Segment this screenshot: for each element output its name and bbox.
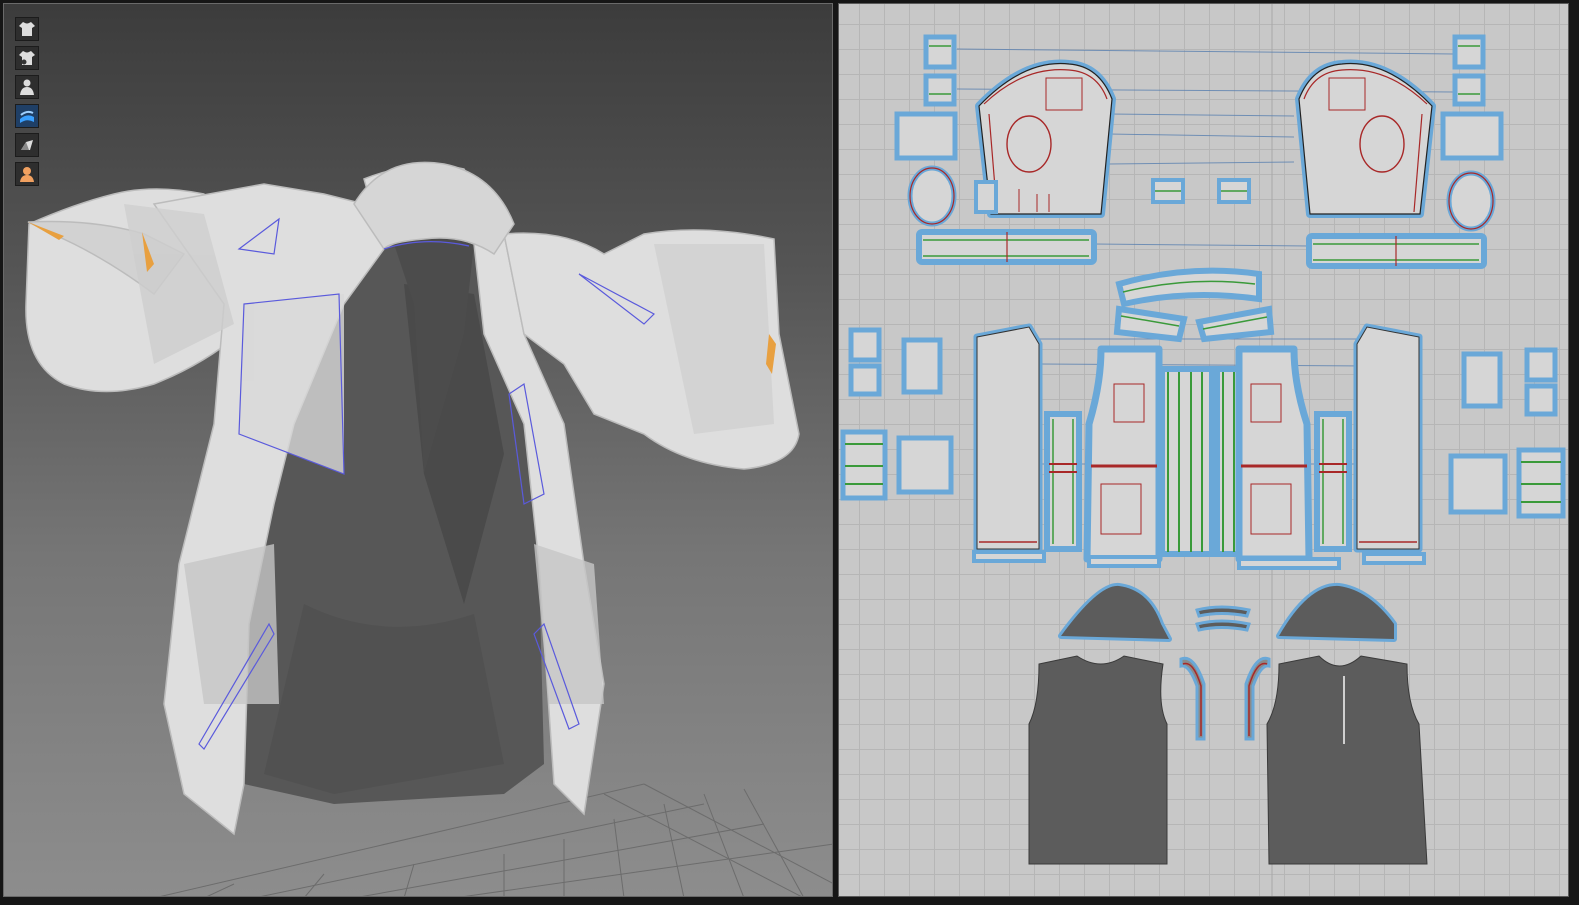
placket-pieces[interactable] xyxy=(1179,656,1271,741)
pattern-canvas[interactable] xyxy=(839,4,1569,897)
front-left-panel[interactable] xyxy=(973,323,1043,553)
inner-sleeve-right[interactable] xyxy=(1276,582,1397,642)
cuff-strips[interactable] xyxy=(916,229,1487,269)
sleeve-left-piece[interactable] xyxy=(975,59,1116,218)
side-panel-left[interactable] xyxy=(1044,411,1082,552)
viewport-toolbar xyxy=(15,17,39,186)
pocket-pieces-left[interactable] xyxy=(840,327,954,501)
floor-grid xyxy=(160,783,832,896)
tab-pieces-right[interactable] xyxy=(1440,34,1504,232)
avatar-icon[interactable] xyxy=(15,75,39,99)
fabric-texture-icon[interactable] xyxy=(15,104,39,128)
inner-collar-small[interactable] xyxy=(1195,605,1251,632)
center-small-tabs[interactable] xyxy=(1151,178,1251,204)
3d-scene[interactable] xyxy=(4,4,833,897)
pattern-piece-icon[interactable] xyxy=(15,133,39,157)
front-right-panel[interactable] xyxy=(1353,323,1423,553)
inner-sleeve-left[interactable] xyxy=(1058,582,1172,642)
pocket-pieces-right[interactable] xyxy=(1448,347,1566,519)
3d-viewport[interactable] xyxy=(3,3,833,897)
2d-pattern-window[interactable] xyxy=(838,3,1569,897)
collar-pieces[interactable] xyxy=(1113,267,1275,343)
side-panel-right[interactable] xyxy=(1314,411,1352,552)
shirt-front-piece[interactable] xyxy=(1028,655,1168,865)
sleeve-right-piece[interactable] xyxy=(1295,59,1436,218)
garment-shirt-visibility-icon[interactable] xyxy=(15,46,39,70)
back-panel-left[interactable] xyxy=(1083,345,1163,563)
garment-shirt-icon[interactable] xyxy=(15,17,39,41)
avatar-skin-icon[interactable] xyxy=(15,162,39,186)
back-panel-right[interactable] xyxy=(1235,345,1313,563)
shirt-back-piece[interactable] xyxy=(1266,655,1428,865)
